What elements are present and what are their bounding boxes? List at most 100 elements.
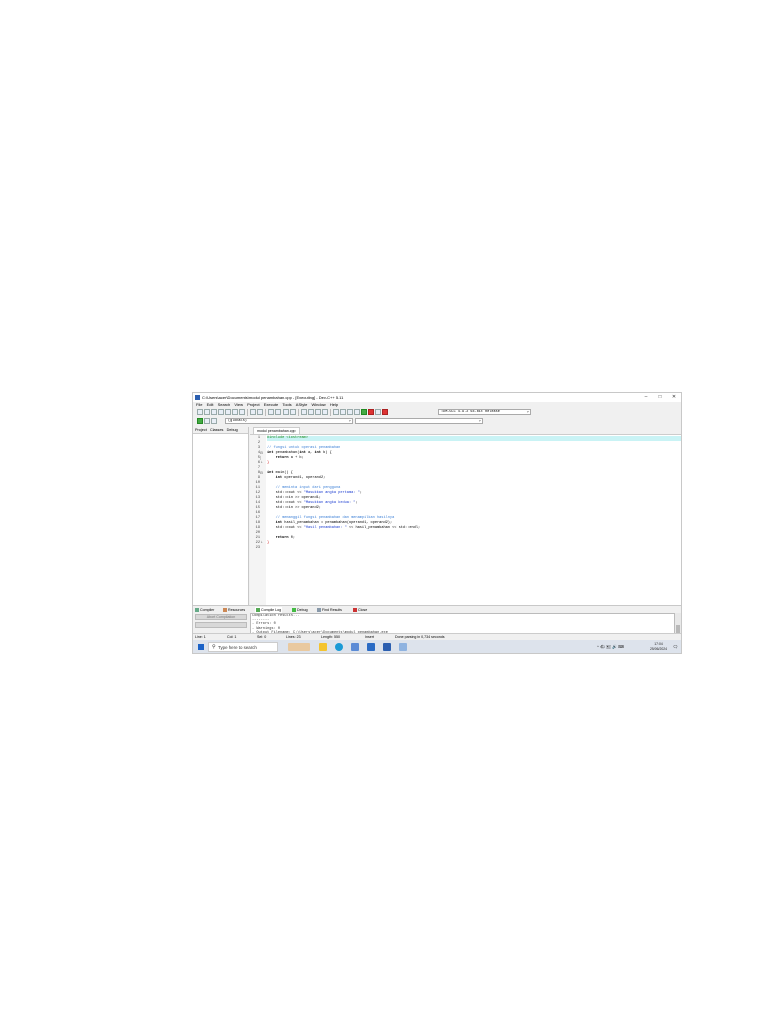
toggle-bookmark-icon[interactable] [315,409,321,415]
line-number: 1 [257,436,260,440]
maximize-button[interactable]: □ [655,394,665,401]
fold-marker-icon[interactable]: ⊟ [260,451,264,455]
class-toolbar: (globals) ⌄ ⌄ [193,417,681,426]
fold-marker-icon[interactable]: ⊟ [260,471,264,475]
compiler-select[interactable]: TDM-GCC 4.9.2 64-bit Release ⌄ [438,409,531,415]
line-number: 18 [255,521,260,525]
goto-bookmark-icon[interactable] [322,409,328,415]
tab-classes[interactable]: Classes [210,427,224,433]
code-token: std::cout << [267,526,304,530]
code-token: "Masukkan angka kedua: " [303,501,356,505]
title-bar: C:\Users\acer\Documents\modul penambahan… [193,393,681,402]
code-token: return [275,456,289,460]
file-explorer-icon[interactable] [319,643,327,651]
code-token: hasil_penambahan = penambahan(operand1, … [282,521,393,525]
rebuild-icon[interactable] [354,409,360,415]
delete-profile-icon[interactable] [382,409,388,415]
close-all-icon[interactable] [232,409,238,415]
back-icon[interactable] [301,409,307,415]
close-file-icon[interactable] [225,409,231,415]
toggle-icon[interactable] [211,418,217,424]
new-file-icon[interactable] [197,409,203,415]
system-tray-icons[interactable]: ^ 🌤 🖭 🔊 ⌨ [597,644,624,651]
abort-compilation-button[interactable]: Abort Compilation [195,614,247,620]
code-token: "Masukkan angka pertama: " [303,491,360,495]
insert-icon[interactable] [204,418,210,424]
taskbar-search-box[interactable]: ⚲ Type here to search [208,642,278,652]
devcpp-taskbar-icon[interactable] [383,643,391,651]
editor-tab-file[interactable]: modul penambahan.cpp [253,427,300,434]
tab-project[interactable]: Project [195,427,207,433]
debug-check-icon [292,608,296,613]
stop-execution-icon[interactable] [368,409,374,415]
line-number: 12 [255,491,260,495]
code-token: ; [355,501,358,505]
taskbar-clock[interactable]: 17:04 25/06/2024 [650,642,667,651]
replace-icon[interactable] [275,409,281,415]
mail-icon[interactable] [367,643,375,651]
tab-resources-label: Resources [228,608,246,612]
line-number: 20 [255,531,260,535]
edge-browser-icon[interactable] [335,643,343,651]
print-icon[interactable] [239,409,245,415]
open-icon[interactable] [204,409,210,415]
search-placeholder: Type here to search [218,645,257,650]
line-number: 9 [257,476,260,480]
code-area[interactable]: #include <iostream> // fungsi untuk opera… [267,435,681,605]
save-icon[interactable] [211,409,217,415]
line-number: 13 [255,496,260,500]
code-token: } [267,461,270,465]
close-icon [353,608,357,613]
tab-close-label: Close [358,608,368,612]
line-number: 11 [255,486,260,490]
devcpp-app-icon [195,395,200,400]
tab-debug[interactable]: Debug [227,427,238,433]
windows-start-icon[interactable] [198,644,204,650]
new-class-icon[interactable] [197,418,203,424]
cats-widget-icon[interactable] [288,643,310,651]
forward-icon[interactable] [308,409,314,415]
chevron-down-icon: ⌄ [526,410,529,414]
project-browser: Project Classes Debug [193,427,249,605]
notification-icon[interactable]: 🗨 [673,644,678,649]
members-select[interactable]: ⌄ [355,418,483,424]
profile-icon[interactable] [375,409,381,415]
line-number: 8 [257,471,260,475]
code-token: b) { [320,451,332,455]
line-number: 2 [257,441,260,445]
save-all-icon[interactable] [218,409,224,415]
notepad-icon[interactable] [399,643,407,651]
code-token: // memanggil fungsi penambahan dan menam… [267,516,395,520]
photos-icon[interactable] [351,643,359,651]
find-icon[interactable] [268,409,274,415]
goto-line-icon[interactable] [290,409,296,415]
find-next-icon[interactable] [283,409,289,415]
check-syntax-icon[interactable] [361,409,367,415]
code-token: // fungsi untuk operasi penambahan [267,446,341,450]
code-token: ; [359,491,362,495]
compiler-select-value: TDM-GCC 4.9.2 64-bit Release [441,410,500,414]
compile-run-icon[interactable] [347,409,353,415]
line-number: 4 [257,451,260,455]
compile-icon[interactable] [333,409,339,415]
chevron-down-icon: ⌄ [348,419,351,423]
undo-icon[interactable] [250,409,256,415]
code-token: main() { [273,471,293,475]
code-token: std::cout << [267,501,304,505]
run-icon[interactable] [340,409,346,415]
code-token: 0; [288,536,296,540]
redo-icon[interactable] [257,409,263,415]
globals-select[interactable]: (globals) ⌄ [225,418,353,424]
tab-debug-label: Debug [297,608,308,612]
code-token: } [267,541,270,545]
line-number: 10 [255,481,260,485]
code-line[interactable] [267,546,681,551]
line-number: 19 [255,526,260,530]
close-button[interactable]: ✕ [669,394,679,401]
minimize-button[interactable]: – [641,394,651,401]
main-toolbar: TDM-GCC 4.9.2 64-bit Release ⌄ [193,408,681,417]
tab-compiler-label: Compiler [200,608,215,612]
scrollbar-thumb[interactable] [676,625,680,633]
